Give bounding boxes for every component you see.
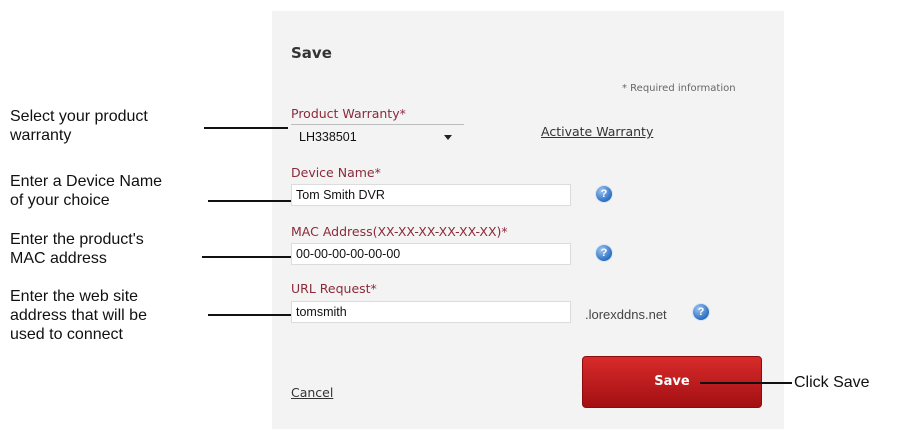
mac-address-help-icon[interactable]: ? xyxy=(596,245,612,261)
chevron-down-icon xyxy=(444,135,452,140)
url-request-input[interactable]: tomsmith xyxy=(291,301,571,323)
device-name-input[interactable]: Tom Smith DVR xyxy=(291,184,571,206)
annotation-device-name: Enter a Device Name of your choice xyxy=(10,173,163,209)
annotation-save: Click Save xyxy=(794,374,870,391)
device-name-label: Device Name* xyxy=(291,165,381,180)
url-suffix: .lorexddns.net xyxy=(585,307,667,322)
annotation-device-line xyxy=(208,200,291,202)
annotation-warranty: Select your product warranty xyxy=(10,108,148,144)
cancel-link[interactable]: Cancel xyxy=(291,385,333,400)
annotation-url: Enter the web site address that will be … xyxy=(10,288,147,343)
product-warranty-label: Product Warranty* xyxy=(291,106,406,121)
annotation-url-line xyxy=(208,314,291,316)
annotation-mac-line xyxy=(202,256,291,258)
annotation-mac: Enter the product's MAC address xyxy=(10,231,144,267)
annotation-warranty-line xyxy=(204,127,288,129)
product-warranty-select[interactable]: LH338501 xyxy=(291,124,464,155)
mac-address-label: MAC Address(XX-XX-XX-XX-XX-XX)* xyxy=(291,224,508,239)
required-note: * Required information xyxy=(622,83,736,94)
form-title: Save xyxy=(291,44,332,62)
product-warranty-value: LH338501 xyxy=(299,130,357,144)
device-name-help-icon[interactable]: ? xyxy=(596,186,612,202)
annotation-save-line xyxy=(700,382,792,384)
mac-address-input[interactable]: 00-00-00-00-00-00 xyxy=(291,243,571,265)
url-request-label: URL Request* xyxy=(291,281,377,296)
activate-warranty-link[interactable]: Activate Warranty xyxy=(541,124,653,139)
url-request-help-icon[interactable]: ? xyxy=(693,304,709,320)
